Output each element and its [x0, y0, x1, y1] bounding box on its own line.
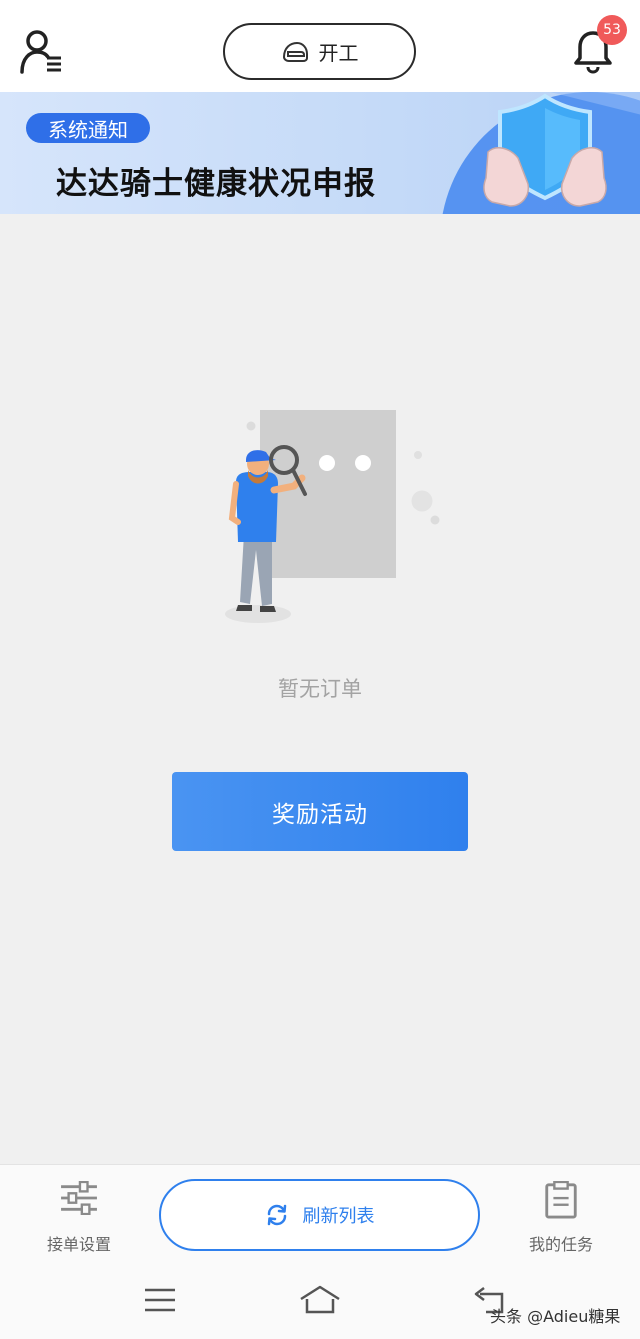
notice-tag: 系统通知: [26, 113, 150, 143]
profile-menu-button[interactable]: [18, 28, 68, 76]
menu-icon[interactable]: [143, 1286, 177, 1314]
notification-count-badge: 53: [597, 15, 627, 45]
user-menu-icon: [20, 30, 61, 74]
order-settings-tab[interactable]: 接单设置: [38, 1181, 120, 1255]
refresh-list-button[interactable]: 刷新列表: [159, 1179, 480, 1251]
empty-orders-text: 暂无订单: [278, 677, 362, 701]
system-notice-banner[interactable]: 系统通知 达达骑士健康状况申报: [0, 92, 640, 214]
order-settings-label: 接单设置: [46, 1235, 111, 1254]
clipboard-icon: [545, 1181, 577, 1219]
start-work-label: 开工: [318, 41, 359, 65]
notice-title: 达达骑士健康状况申报: [56, 166, 376, 202]
top-bar: 开工 53: [0, 0, 640, 92]
watermark-text: 头条 @Adieu糖果: [490, 1307, 621, 1326]
my-tasks-label: 我的任务: [528, 1235, 593, 1254]
helmet-icon: [282, 41, 308, 62]
start-work-button[interactable]: 开工: [223, 23, 416, 80]
reward-activity-button[interactable]: 奖励活动: [172, 772, 468, 851]
sliders-icon: [61, 1181, 97, 1215]
home-icon[interactable]: [298, 1284, 342, 1316]
refresh-list-label: 刷新列表: [302, 1206, 375, 1227]
empty-orders-illustration: [225, 410, 440, 623]
my-tasks-tab[interactable]: 我的任务: [520, 1181, 602, 1255]
shield-hands-icon: [442, 92, 640, 214]
refresh-icon: [267, 1204, 286, 1226]
